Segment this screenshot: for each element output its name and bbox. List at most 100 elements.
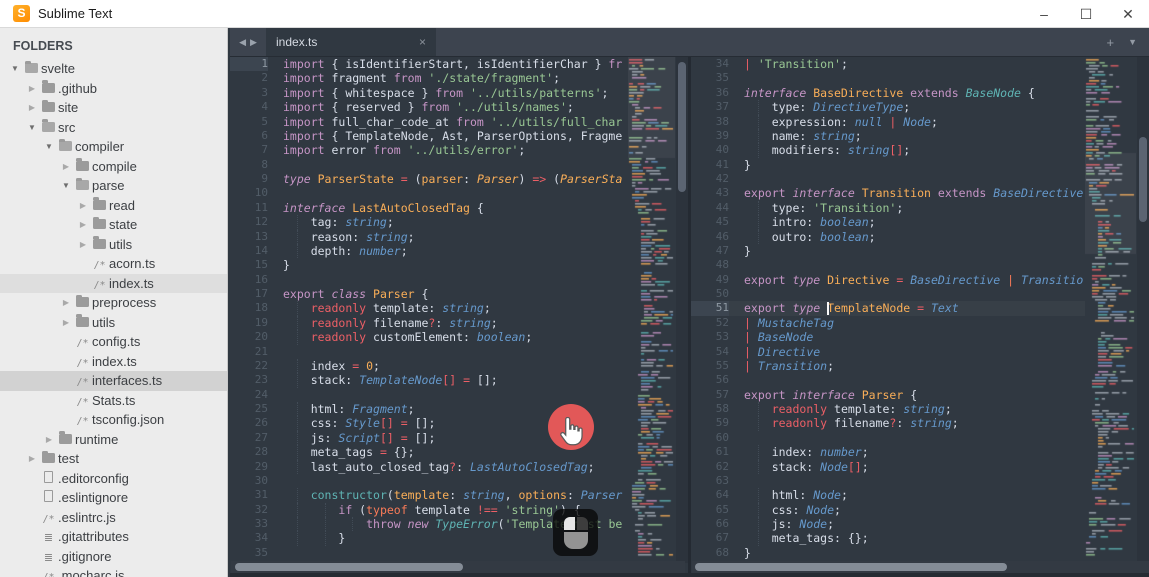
line-number: 32 xyxy=(230,503,268,517)
minimize-button[interactable]: – xyxy=(1023,0,1065,28)
sidebar-item--editorconfig[interactable]: .editorconfig xyxy=(0,469,227,489)
sidebar-item-index-ts[interactable]: /*index.ts xyxy=(0,274,227,294)
sidebar-item-interfaces-ts[interactable]: /*interfaces.ts xyxy=(0,371,227,391)
code-file-icon: /* xyxy=(73,334,92,349)
code-line-43: 43export interface Transition extends Ba… xyxy=(691,186,1085,200)
nav-back-icon[interactable]: ◀ xyxy=(239,37,246,48)
code-line-4: 4import { reserved } from '../utils/name… xyxy=(230,100,676,114)
tab-close-icon[interactable]: × xyxy=(419,35,426,49)
code-line-39: 39 name: string; xyxy=(691,129,1085,143)
code-line-66: 66 js: Node; xyxy=(691,517,1085,531)
tab-overflow-icon[interactable]: ▼ xyxy=(1128,37,1137,47)
code-file-icon: /* xyxy=(73,373,92,388)
line-number: 19 xyxy=(230,316,268,330)
nav-forward-icon[interactable]: ▶ xyxy=(250,37,257,48)
code-line-40: 40 modifiers: string[]; xyxy=(691,143,1085,157)
line-number: 18 xyxy=(230,301,268,315)
chevron-right-icon[interactable]: ▶ xyxy=(76,220,90,229)
scrollbar-thumb[interactable] xyxy=(678,62,686,192)
chevron-right-icon[interactable]: ▶ xyxy=(25,103,39,112)
sidebar-item-label: interfaces.ts xyxy=(92,373,162,388)
vertical-scrollbar-left[interactable] xyxy=(676,57,688,563)
indent-guide xyxy=(297,431,298,445)
sidebar-item--mocharc-js[interactable]: /*.mocharc.js xyxy=(0,566,227,577)
scrollbar-thumb[interactable] xyxy=(695,563,1007,571)
code-file-icon: /* xyxy=(39,568,58,577)
folder-icon xyxy=(73,295,92,310)
minimap-right[interactable] xyxy=(1085,57,1136,563)
folder-icon xyxy=(90,217,109,232)
sidebar-item-utils[interactable]: ▶utils xyxy=(0,313,227,333)
sidebar-item--gitignore[interactable]: ≣.gitignore xyxy=(0,547,227,567)
line-number: 61 xyxy=(691,445,729,459)
sidebar-item--eslintrc-js[interactable]: /*.eslintrc.js xyxy=(0,508,227,528)
maximize-button[interactable]: ☐ xyxy=(1065,0,1107,28)
sidebar-item-preprocess[interactable]: ▶preprocess xyxy=(0,293,227,313)
sidebar-item-index-ts[interactable]: /*index.ts xyxy=(0,352,227,372)
sidebar-item-state[interactable]: ▶state xyxy=(0,215,227,235)
line-number: 37 xyxy=(691,100,729,114)
sidebar-item-acorn-ts[interactable]: /*acorn.ts xyxy=(0,254,227,274)
indent-guide xyxy=(758,402,759,416)
sidebar-item-parse[interactable]: ▼parse xyxy=(0,176,227,196)
minimap-left[interactable] xyxy=(628,57,675,563)
chevron-down-icon[interactable]: ▼ xyxy=(59,181,73,190)
code-line-47: 47} xyxy=(691,244,1085,258)
folders-header: FOLDERS xyxy=(0,28,227,59)
indent-guide xyxy=(297,460,298,474)
line-number: 29 xyxy=(230,460,268,474)
line-number: 5 xyxy=(230,115,268,129)
new-tab-icon[interactable]: + xyxy=(1106,35,1114,50)
folder-icon xyxy=(39,81,58,96)
sidebar-item-compiler[interactable]: ▼compiler xyxy=(0,137,227,157)
sidebar-item-read[interactable]: ▶read xyxy=(0,196,227,216)
chevron-right-icon[interactable]: ▶ xyxy=(42,435,56,444)
horizontal-scrollbar-right[interactable] xyxy=(692,561,1149,573)
indent-guide xyxy=(297,402,298,416)
tab-index-ts[interactable]: index.ts × xyxy=(266,28,436,56)
chevron-right-icon[interactable]: ▶ xyxy=(25,84,39,93)
chevron-right-icon[interactable]: ▶ xyxy=(76,240,90,249)
chevron-right-icon[interactable]: ▶ xyxy=(76,201,90,210)
sidebar-item-svelte[interactable]: ▼svelte xyxy=(0,59,227,79)
chevron-down-icon[interactable]: ▼ xyxy=(8,64,22,73)
sidebar-item-test[interactable]: ▶test xyxy=(0,449,227,469)
scrollbar-thumb[interactable] xyxy=(1139,137,1147,222)
code-line-22: 22 index = 0; xyxy=(230,359,676,373)
scrollbar-thumb[interactable] xyxy=(235,563,463,571)
line-number: 2 xyxy=(230,71,268,85)
code-line-59: 59 readonly filename?: string; xyxy=(691,416,1085,430)
horizontal-scrollbar-left[interactable] xyxy=(231,561,685,573)
sidebar-item-site[interactable]: ▶site xyxy=(0,98,227,118)
vertical-scrollbar-right[interactable] xyxy=(1137,57,1149,563)
sidebar-item-label: index.ts xyxy=(92,354,137,369)
sidebar-item-utils[interactable]: ▶utils xyxy=(0,235,227,255)
chevron-right-icon[interactable]: ▶ xyxy=(59,318,73,327)
sidebar-item-config-ts[interactable]: /*config.ts xyxy=(0,332,227,352)
sidebar-item-tsconfig-json[interactable]: /*tsconfig.json xyxy=(0,410,227,430)
chevron-down-icon[interactable]: ▼ xyxy=(42,142,56,151)
chevron-right-icon[interactable]: ▶ xyxy=(25,454,39,463)
sidebar-item--github[interactable]: ▶ .github xyxy=(0,79,227,99)
sidebar-item-compile[interactable]: ▶compile xyxy=(0,157,227,177)
indent-guide xyxy=(297,416,298,430)
line-number: 10 xyxy=(230,186,268,200)
code-line-50: 50 xyxy=(691,287,1085,301)
line-number: 62 xyxy=(691,460,729,474)
sidebar-item-runtime[interactable]: ▶runtime xyxy=(0,430,227,450)
sidebar-item--gitattributes[interactable]: ≣.gitattributes xyxy=(0,527,227,547)
sidebar-item-label: .github xyxy=(58,81,97,96)
chevron-down-icon[interactable]: ▼ xyxy=(25,123,39,132)
sidebar-item--eslintignore[interactable]: .eslintignore xyxy=(0,488,227,508)
indent-guide xyxy=(325,517,326,531)
code-pane-right[interactable]: 34| 'Transition';3536interface BaseDirec… xyxy=(691,57,1085,563)
line-number: 54 xyxy=(691,345,729,359)
sidebar-item-src[interactable]: ▼src xyxy=(0,118,227,138)
text-caret xyxy=(827,302,829,315)
sidebar-item-stats-ts[interactable]: /*Stats.ts xyxy=(0,391,227,411)
chevron-right-icon[interactable]: ▶ xyxy=(59,162,73,171)
indent-guide xyxy=(297,230,298,244)
chevron-right-icon[interactable]: ▶ xyxy=(59,298,73,307)
code-pane-left[interactable]: 1import { isIdentifierStart, isIdentifie… xyxy=(230,57,676,563)
close-button[interactable]: ✕ xyxy=(1107,0,1149,28)
